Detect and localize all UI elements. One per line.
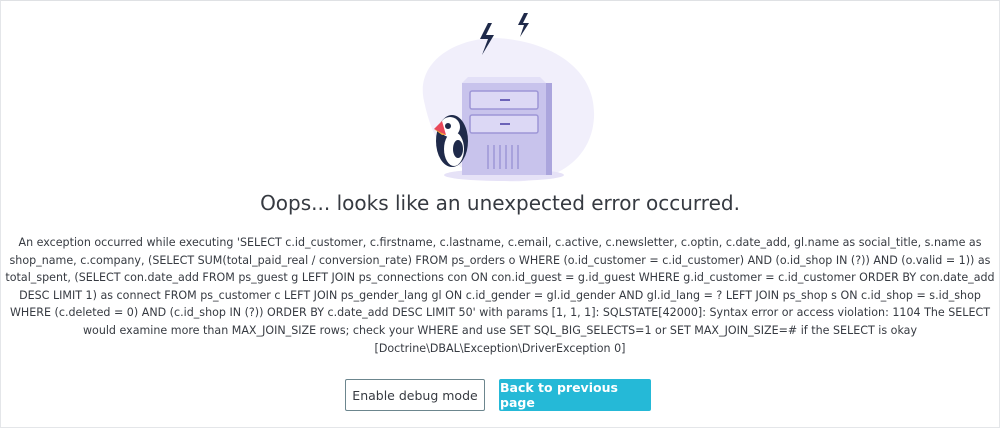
page-frame: Oops... looks like an unexpected error o… (0, 0, 1000, 428)
server-tower (462, 77, 552, 175)
lightning-bolt-icon (518, 13, 529, 37)
back-button[interactable]: Back to previous page (499, 379, 651, 411)
error-message: An exception occurred while executing 'S… (5, 234, 995, 357)
error-message-text: An exception occurred while executing 'S… (5, 236, 995, 337)
enable-debug-button[interactable]: Enable debug mode (345, 379, 485, 411)
exception-class: [Doctrine\DBAL\Exception\DriverException… (374, 341, 626, 355)
server-error-illustration (422, 13, 595, 182)
error-title: Oops... looks like an unexpected error o… (260, 191, 740, 215)
